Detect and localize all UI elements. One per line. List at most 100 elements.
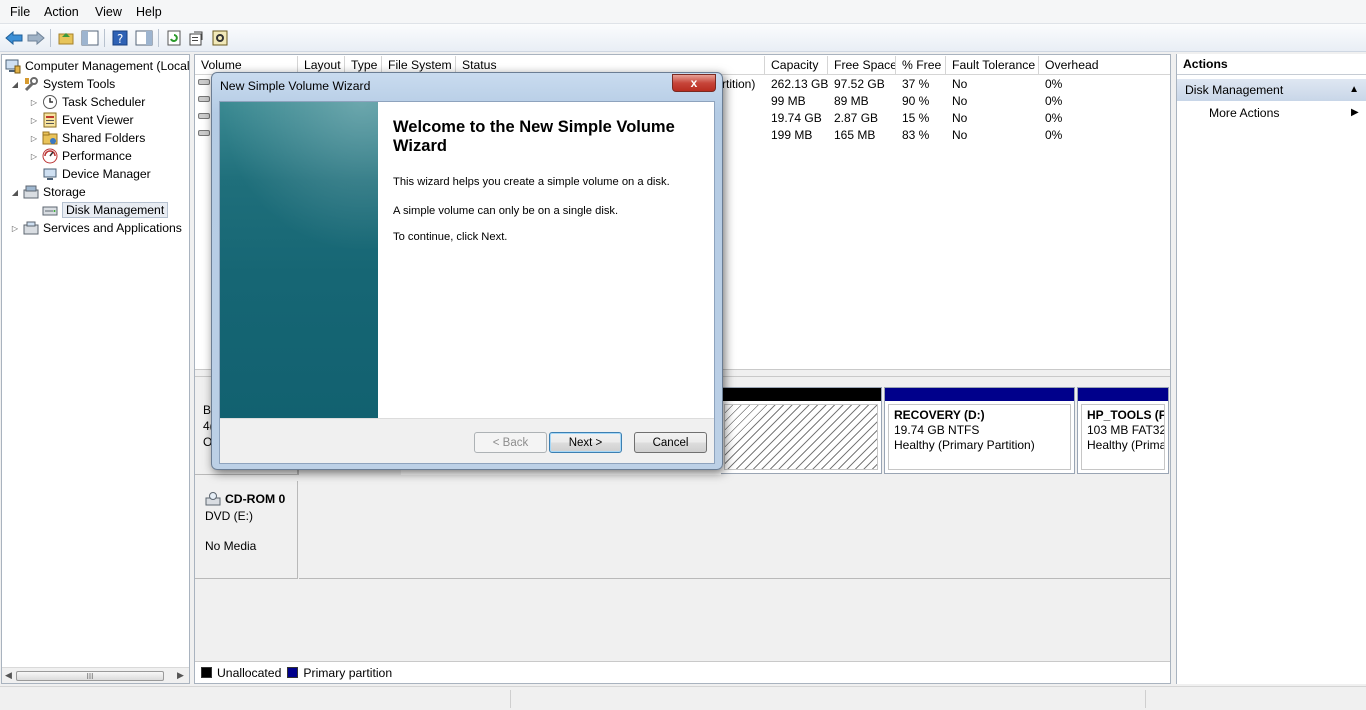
table-cell-free: 2.87 GB (834, 111, 879, 125)
dialog-title: New Simple Volume Wizard (220, 79, 371, 93)
partition-size: 19.74 GB NTFS (894, 423, 980, 437)
scroll-thumb[interactable]: III (16, 671, 164, 681)
more-actions-link[interactable]: More Actions (1209, 106, 1279, 120)
table-cell-pct: 37 % (902, 77, 930, 91)
table-cell-fault: No (952, 77, 968, 91)
partition-head-unallocated (721, 388, 881, 401)
clock-icon (42, 94, 58, 110)
tree-item-event-viewer[interactable]: ▷ Event Viewer (29, 111, 134, 129)
drive-icon (198, 96, 210, 102)
submenu-arrow-icon[interactable]: ▶ (1351, 107, 1359, 118)
collapse-arrow-icon[interactable]: ◢ (10, 188, 20, 197)
wizard-button-bar: < Back Next > Cancel (220, 418, 714, 463)
expand-arrow-icon[interactable]: ▷ (29, 116, 39, 125)
scroll-right-arrow-icon[interactable]: ▶ (177, 670, 184, 681)
drive-icon (198, 130, 210, 136)
partition-size: 103 MB FAT32 (1087, 423, 1165, 437)
tree-item-storage[interactable]: ◢ Storage (10, 183, 86, 201)
collapse-arrow-icon[interactable]: ◢ (10, 80, 20, 89)
tree-item-label-selected: Disk Management (62, 202, 169, 218)
tree-item-task-scheduler[interactable]: ▷ Task Scheduler (29, 93, 145, 111)
performance-icon (42, 148, 58, 164)
partition-free-space[interactable] (720, 387, 882, 474)
column-free-space[interactable]: Free Space (828, 56, 896, 75)
expand-arrow-icon[interactable]: ▷ (29, 134, 39, 143)
close-icon: x (690, 76, 698, 90)
cancel-button-label: Cancel (652, 436, 689, 449)
menu-help[interactable]: Help (136, 5, 162, 19)
toolbar: ? (0, 24, 1366, 52)
back-button[interactable]: < Back (474, 432, 547, 453)
wizard-text: A simple volume can only be on a single … (393, 205, 619, 217)
menu-action[interactable]: Action (44, 5, 79, 19)
column-percent-free[interactable]: % Free (896, 56, 946, 75)
tree-item-label: Storage (43, 185, 86, 199)
legend-label-primary: Primary partition (303, 665, 393, 680)
legend-bar: Unallocated Primary partition (195, 661, 1170, 683)
tree-item-device-manager[interactable]: Device Manager (42, 165, 151, 183)
cancel-button[interactable]: Cancel (634, 432, 707, 453)
wizard-banner-image (220, 102, 378, 418)
actions-section-label: Disk Management (1185, 83, 1284, 97)
next-button-label: Next > (568, 436, 603, 449)
shared-folder-icon (42, 130, 58, 146)
tree-item-disk-management[interactable]: Disk Management (42, 201, 169, 219)
column-overhead[interactable]: Overhead (1039, 56, 1170, 75)
new-simple-volume-wizard-dialog: New Simple Volume Wizard x Welcome to th… (211, 72, 723, 470)
services-icon (23, 220, 39, 236)
actions-pane: Actions Disk Management ▲ More Actions ▶ (1176, 54, 1366, 684)
scroll-grip: III (86, 671, 94, 681)
table-cell-fault: No (952, 111, 968, 125)
legend-swatch-unallocated (201, 667, 212, 678)
partition-recovery[interactable]: RECOVERY (D:) 19.74 GB NTFS Healthy (Pri… (884, 387, 1075, 474)
expand-arrow-icon[interactable]: ▷ (10, 224, 20, 233)
tree-item-label: Shared Folders (62, 131, 146, 145)
collapse-up-icon[interactable]: ▲ (1349, 79, 1359, 101)
system-tools-icon (23, 76, 39, 92)
partition-hp-tools[interactable]: HP_TOOLS (F: 103 MB FAT32 Healthy (Prima (1077, 387, 1169, 474)
close-button[interactable]: x (672, 74, 716, 92)
properties-icon[interactable] (186, 28, 206, 47)
tree-item-performance[interactable]: ▷ Performance (29, 147, 132, 165)
tree-root[interactable]: Computer Management (Local (5, 57, 189, 75)
partition-recovery-body: RECOVERY (D:) 19.74 GB NTFS Healthy (Pri… (888, 404, 1071, 470)
drive-icon (198, 79, 210, 85)
help-icon[interactable]: ? (110, 28, 130, 47)
legend-swatch-primary (287, 667, 299, 678)
table-cell-overhead: 0% (1045, 77, 1063, 91)
partition-head-primary (885, 388, 1074, 401)
column-capacity[interactable]: Capacity (765, 56, 828, 75)
table-cell-free: 89 MB (834, 94, 869, 108)
table-cell-capacity: 19.74 GB (771, 111, 822, 125)
actions-section-disk-management[interactable]: Disk Management ▲ (1177, 79, 1366, 101)
partition-status: Healthy (Primary Partition) (894, 438, 1035, 452)
legend-label-unallocated: Unallocated (217, 665, 282, 680)
menu-file[interactable]: File (10, 5, 30, 19)
show-hide-action-pane-icon[interactable] (134, 28, 154, 47)
settings-icon[interactable] (210, 28, 230, 47)
next-button[interactable]: Next > (549, 432, 622, 453)
partition-status: Healthy (Prima (1087, 438, 1165, 452)
refresh-icon[interactable] (164, 28, 184, 47)
show-hide-tree-icon[interactable] (80, 28, 100, 47)
expand-arrow-icon[interactable]: ▷ (29, 98, 39, 107)
forward-arrow-icon[interactable] (26, 28, 46, 47)
cdrom-0-label-panel[interactable]: CD-ROM 0 DVD (E:) No Media (195, 481, 298, 579)
scroll-left-arrow-icon[interactable]: ◀ (5, 670, 12, 681)
partition-title: RECOVERY (D:) (894, 408, 985, 422)
tree-item-label: Task Scheduler (62, 95, 146, 109)
menu-view[interactable]: View (95, 5, 122, 19)
tree-horizontal-scrollbar[interactable]: ◀ III ▶ (2, 667, 189, 683)
expand-arrow-icon[interactable]: ▷ (29, 152, 39, 161)
computer-management-icon (5, 58, 21, 74)
table-cell-capacity: 99 MB (771, 94, 806, 108)
column-fault-tolerance[interactable]: Fault Tolerance (946, 56, 1039, 75)
tree-item-services[interactable]: ▷ Services and Applications (10, 219, 182, 237)
tree-item-label: Performance (62, 149, 132, 163)
tree-item-shared-folders[interactable]: ▷ Shared Folders (29, 129, 145, 147)
table-cell-capacity: 262.13 GB (771, 77, 829, 91)
wizard-heading: Welcome to the New Simple Volume Wizard (393, 118, 675, 155)
tree-item-system-tools[interactable]: ◢ System Tools (10, 75, 115, 93)
up-folder-icon[interactable] (56, 28, 76, 47)
back-arrow-icon[interactable] (4, 28, 24, 47)
